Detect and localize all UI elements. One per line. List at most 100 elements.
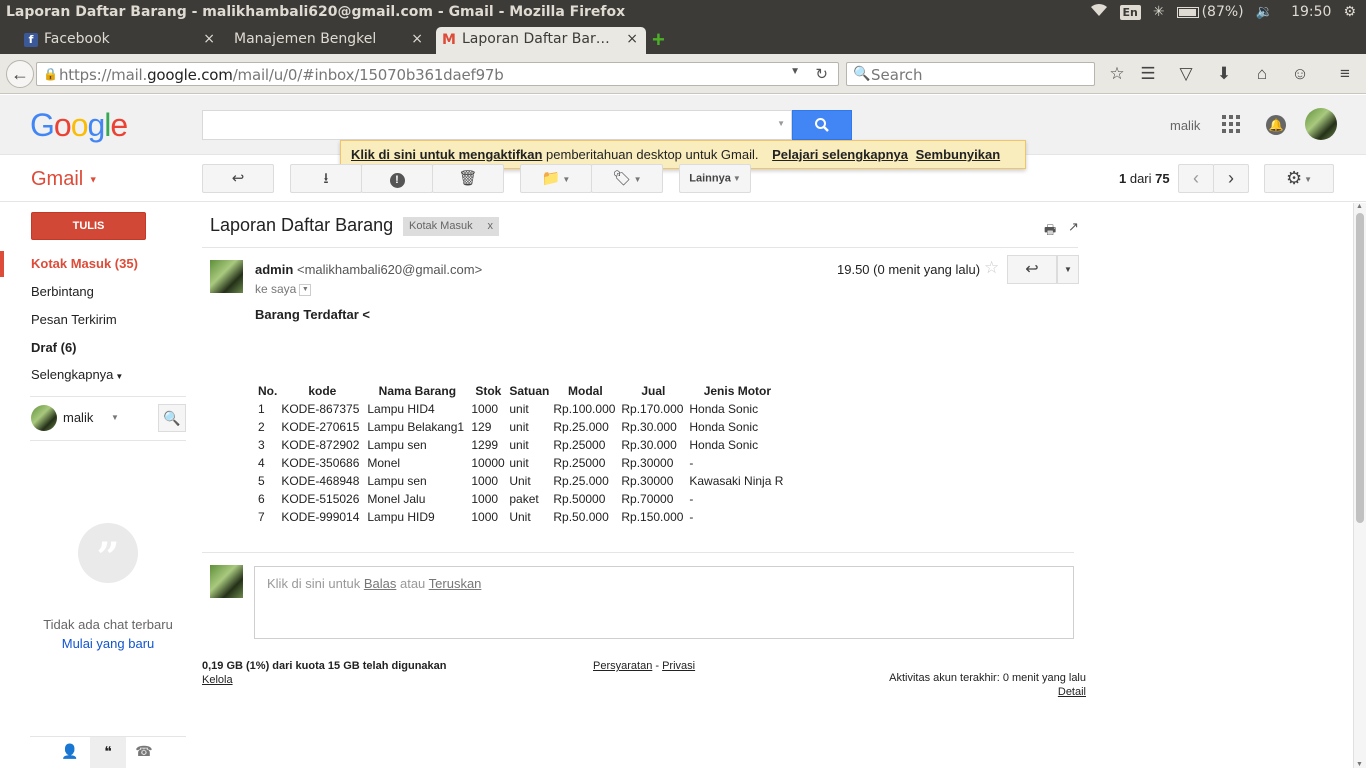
reading-list-icon[interactable]: ☰ — [1137, 64, 1159, 84]
mail-search-input[interactable]: ▼ — [202, 110, 792, 140]
table-cell: 1000 — [471, 402, 499, 416]
older-message-button[interactable]: › — [1213, 164, 1249, 193]
sidebar-item-sent[interactable]: Pesan Terkirim — [31, 312, 117, 327]
close-tab-icon[interactable]: × — [411, 31, 423, 47]
power-icon[interactable]: ⚙ — [1343, 4, 1356, 20]
bookmark-star-icon[interactable]: ☆ — [1106, 64, 1128, 84]
sender-avatar[interactable] — [210, 260, 243, 293]
table-cell: 1000 — [471, 492, 499, 506]
sender-name[interactable]: admin — [255, 262, 293, 277]
print-icon[interactable]: 🖶 — [1044, 221, 1056, 243]
url-bar[interactable]: 🔒 https://mail.google.com/mail/u/0/#inbo… — [36, 62, 839, 86]
hangouts-search-button[interactable]: 🔍 — [158, 404, 186, 432]
reload-icon[interactable]: ↻ — [815, 65, 828, 83]
gmail-menu[interactable]: Gmail ▼ — [31, 168, 98, 191]
star-icon[interactable]: ☆ — [984, 258, 999, 278]
account-avatar[interactable] — [1305, 108, 1337, 140]
hello-chat-icon[interactable]: ☺ — [1289, 64, 1311, 84]
search-placeholder: Search — [871, 66, 923, 84]
table-cell: KODE-468948 — [281, 474, 360, 488]
manage-storage-link[interactable]: Kelola — [202, 674, 233, 686]
table-cell: paket — [509, 492, 539, 506]
tab-facebook[interactable]: f Facebook × — [18, 27, 223, 54]
apps-grid-icon[interactable] — [1222, 115, 1240, 133]
no-recent-chat-text: Tidak ada chat terbaru — [43, 617, 173, 632]
report-spam-button[interactable]: ! — [361, 164, 433, 193]
browser-search-bar[interactable]: 🔍 Search — [846, 62, 1095, 86]
table-cell: KODE-515026 — [281, 492, 360, 506]
downloads-icon[interactable]: ⬇ — [1213, 64, 1235, 84]
keyboard-layout-indicator[interactable]: En — [1119, 4, 1141, 20]
google-logo[interactable]: Google — [30, 107, 128, 144]
search-options-dropdown-icon[interactable]: ▼ — [777, 119, 785, 128]
hangouts-chat-icon[interactable]: ❝ — [90, 737, 126, 768]
back-button[interactable]: ← — [6, 60, 34, 88]
settings-button[interactable]: ⚙ ▼ — [1264, 164, 1334, 193]
notifications-bell-icon[interactable]: 🔔 — [1266, 115, 1286, 135]
start-new-chat-link[interactable]: Mulai yang baru — [28, 636, 188, 651]
forward-link[interactable]: Teruskan — [429, 576, 482, 591]
tab-manajemen-bengkel[interactable]: Manajemen Bengkel × — [226, 27, 431, 54]
sidebar-item-more[interactable]: Selengkapnya ▼ — [31, 367, 123, 382]
remove-label-icon[interactable]: x — [488, 220, 494, 232]
table-cell: Lampu HID4 — [367, 402, 435, 416]
phone-icon[interactable]: ☎ — [126, 743, 162, 760]
scrollbar-thumb[interactable] — [1356, 213, 1364, 523]
compose-button[interactable]: TULIS — [31, 212, 146, 240]
terms-link[interactable]: Persyaratan — [593, 660, 652, 672]
close-tab-icon[interactable]: × — [626, 31, 638, 47]
newer-message-button[interactable]: ‹ — [1178, 164, 1214, 193]
delete-button[interactable]: 🗑 — [432, 164, 504, 193]
menu-icon[interactable]: ≡ — [1334, 64, 1356, 84]
more-options-button[interactable]: ▼ — [1057, 255, 1079, 284]
sidebar-item-starred[interactable]: Berbintang — [31, 284, 94, 299]
chevron-left-icon: ‹ — [1193, 168, 1199, 188]
scroll-up-icon[interactable]: ▲ — [1356, 203, 1363, 210]
lock-icon[interactable]: 🔒 — [43, 67, 58, 81]
table-cell: 1299 — [471, 438, 499, 452]
sidebar-item-inbox[interactable]: Kotak Masuk (35) — [31, 256, 138, 271]
clock[interactable]: 19:50 — [1291, 4, 1331, 20]
url-text[interactable]: https://mail.google.com/mail/u/0/#inbox/… — [59, 66, 504, 84]
tab-laporan-daftar-barang[interactable]: M Laporan Daftar Bar… × — [436, 27, 646, 54]
message-counter: 1 dari 75 — [1119, 171, 1170, 186]
show-details-dropdown-icon[interactable]: ▼ — [299, 283, 312, 296]
back-to-inbox-button[interactable]: ↩ — [202, 164, 274, 193]
message-timestamp: 19.50 (0 menit yang lalu) — [837, 262, 981, 277]
close-tab-icon[interactable]: × — [203, 31, 215, 47]
new-tab-plus-icon[interactable]: + — [652, 29, 665, 51]
volume-icon[interactable]: 🔉 — [1256, 4, 1273, 20]
page-scrollbar[interactable]: ▲ ▼ — [1353, 203, 1366, 768]
more-actions-button[interactable]: Lainnya ▼ — [679, 164, 751, 193]
reply-button[interactable]: ↩ — [1007, 255, 1057, 284]
scroll-down-icon[interactable]: ▼ — [1356, 761, 1363, 768]
chevron-down-icon: ▼ — [1064, 265, 1072, 274]
table-cell: Honda Sonic — [689, 402, 759, 416]
window-title: Laporan Daftar Barang - malikhambali620@… — [6, 4, 626, 20]
move-to-button[interactable]: 📁 ▼ — [520, 164, 592, 193]
wifi-icon[interactable] — [1090, 3, 1108, 21]
home-icon[interactable]: ⌂ — [1251, 64, 1273, 84]
chevron-down-icon[interactable]: ▼ — [111, 413, 119, 422]
bluetooth-icon[interactable]: ✳ — [1153, 4, 1165, 20]
reply-prompt-box[interactable]: Klik di sini untuk Balas atau Teruskan — [254, 566, 1074, 639]
pocket-icon[interactable]: ▽ — [1175, 64, 1197, 84]
activity-details-link[interactable]: Detail — [1000, 686, 1086, 698]
table-cell: Honda Sonic — [689, 420, 759, 434]
table-cell: 6 — [258, 492, 265, 506]
labels-button[interactable]: 🏷 ▼ — [591, 164, 663, 193]
mail-search-button[interactable] — [792, 110, 852, 140]
battery-status[interactable]: (87%) — [1176, 4, 1244, 20]
table-cell: 129 — [471, 420, 492, 434]
open-in-new-window-icon[interactable]: ↗ — [1068, 219, 1079, 235]
inbox-label-chip[interactable]: Kotak Masuk x — [403, 217, 499, 236]
sidebar-item-drafts[interactable]: Draf (6) — [31, 340, 77, 355]
table-cell: - — [689, 456, 694, 470]
table-cell: Lampu Belakang1 — [367, 420, 465, 434]
privacy-link[interactable]: Privasi — [662, 660, 695, 672]
url-history-dropdown-icon[interactable]: ▼ — [790, 66, 800, 77]
contacts-person-icon[interactable]: 👤 — [52, 743, 88, 760]
reply-link[interactable]: Balas — [364, 576, 397, 591]
archive-button[interactable]: ⭳ — [290, 164, 362, 193]
account-name[interactable]: malik — [1170, 118, 1200, 133]
